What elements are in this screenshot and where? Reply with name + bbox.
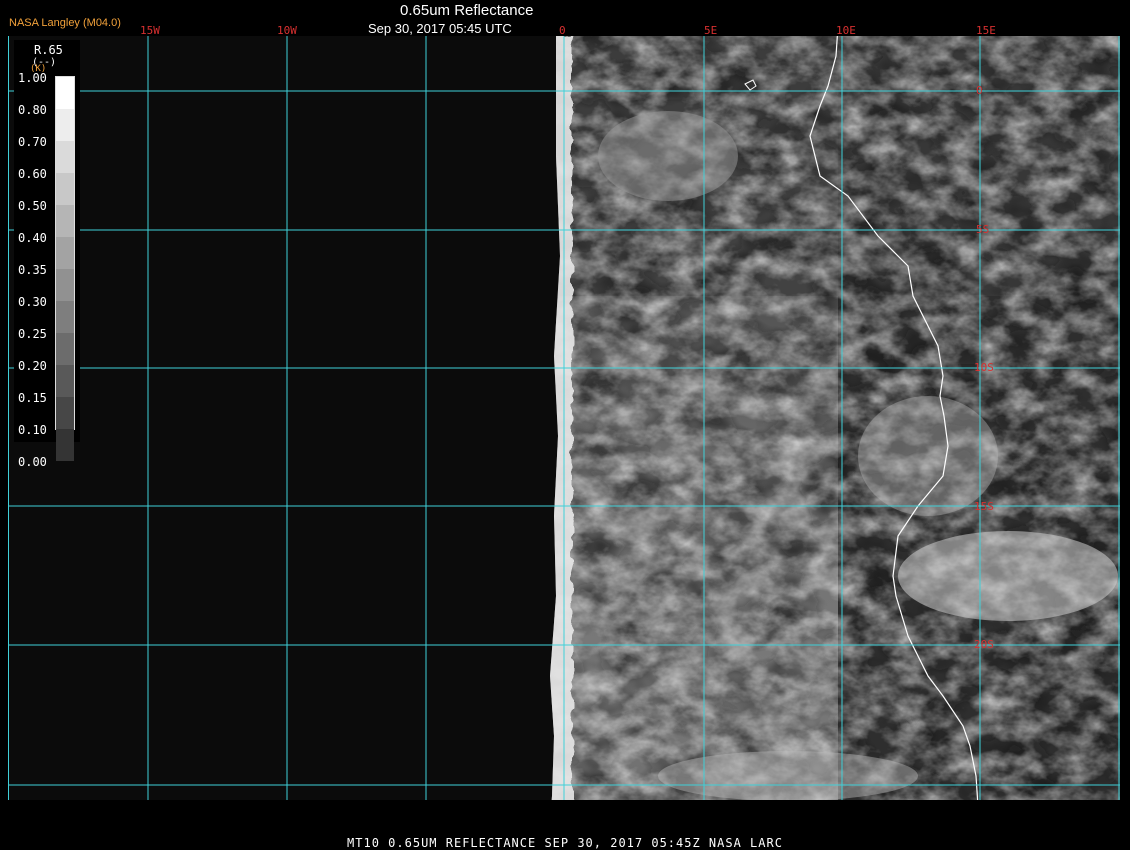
footer-caption: MT10 0.65UM REFLECTANCE SEP 30, 2017 05:… xyxy=(347,836,783,850)
legend-unit: (--) xyxy=(32,57,57,68)
lat-label-20s: 20S xyxy=(974,638,994,651)
image-title: 0.65um Reflectance xyxy=(400,2,534,19)
legend-level-label: 0.00 xyxy=(18,455,47,469)
lat-label-5s: 5S xyxy=(976,223,990,236)
legend-swatch xyxy=(56,333,74,365)
legend-swatch xyxy=(56,205,74,237)
legend-level-label: 0.25 xyxy=(18,327,47,341)
legend-level-label: 0.50 xyxy=(18,199,47,213)
legend-swatch xyxy=(56,173,74,205)
legend-level-label: 0.35 xyxy=(18,263,47,277)
satellite-map[interactable] xyxy=(8,36,1120,800)
legend-swatch xyxy=(56,365,74,397)
lat-label-10s: 10S xyxy=(974,361,994,374)
legend-swatch xyxy=(56,269,74,301)
legend-swatch xyxy=(56,237,74,269)
producer-label: NASA Langley (M04.0) xyxy=(9,17,121,29)
legend-level-label: 0.20 xyxy=(18,359,47,373)
legend-level-label: 0.40 xyxy=(18,231,47,245)
satellite-image-viewer: NASA Langley (M04.0) 0.65um Reflectance … xyxy=(0,0,1130,850)
lat-label-0: 0 xyxy=(976,84,983,97)
legend-swatch xyxy=(56,109,74,141)
legend-swatch xyxy=(56,429,74,461)
legend-level-label: 0.30 xyxy=(18,295,47,309)
legend-level-label: 0.10 xyxy=(18,423,47,437)
color-legend: R.65 (K) (--) 1.00 0.80 0.70 0.60 0.50 0.40 0.… xyxy=(14,40,80,469)
legend-level-label: 0.70 xyxy=(18,135,47,149)
legend-level-label: 0.60 xyxy=(18,167,47,181)
legend-level-label: 1.00 xyxy=(18,71,47,85)
image-datetime: Sep 30, 2017 05:45 UTC xyxy=(368,21,512,36)
reflectance-imagery xyxy=(8,36,1120,800)
lat-label-15s: 15S xyxy=(974,500,994,513)
legend-level-label: 0.80 xyxy=(18,103,47,117)
legend-swatch xyxy=(56,77,74,109)
legend-level-label: 0.15 xyxy=(18,391,47,405)
legend-swatch xyxy=(56,397,74,429)
legend-swatch xyxy=(56,141,74,173)
legend-swatch xyxy=(56,301,74,333)
legend-variable: R.65 xyxy=(34,43,63,57)
